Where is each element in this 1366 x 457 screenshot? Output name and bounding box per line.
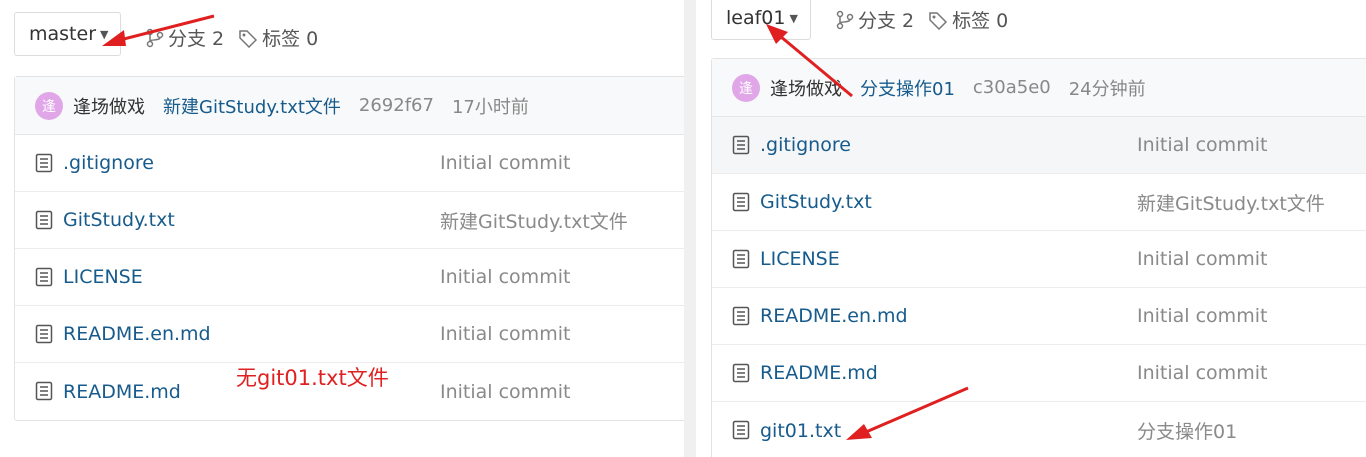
- file-icon: [732, 192, 750, 212]
- file-commit-message[interactable]: Initial commit: [1137, 362, 1267, 384]
- file-name-link[interactable]: README.en.md: [63, 323, 211, 345]
- file-commit-message[interactable]: 分支操作01: [1137, 417, 1237, 444]
- right-repo-panel: leaf01 ▼ 分支 2 标签 0 逢 逢场做戏 分支操作01 c30a5e0: [696, 0, 1366, 457]
- tags-link[interactable]: 标签 0: [238, 24, 318, 51]
- file-icon: [732, 363, 750, 383]
- commit-message[interactable]: 分支操作01: [860, 75, 955, 101]
- branches-count: 分支 2: [858, 10, 915, 32]
- file-name-link[interactable]: LICENSE: [760, 248, 840, 270]
- latest-commit-bar: 逢 逢场做戏 新建GitStudy.txt文件 2692f67 17小时前: [15, 77, 684, 135]
- file-name-link[interactable]: GitStudy.txt: [760, 191, 872, 213]
- caret-down-icon: ▼: [100, 27, 109, 41]
- branch-label: leaf01: [726, 7, 786, 29]
- file-name-link[interactable]: README.md: [63, 381, 181, 403]
- caret-down-icon: ▼: [789, 11, 798, 25]
- file-commit-message[interactable]: Initial commit: [440, 323, 570, 345]
- file-commit-message[interactable]: 新建GitStudy.txt文件: [440, 207, 628, 234]
- file-name-link[interactable]: git01.txt: [760, 420, 841, 442]
- file-row[interactable]: README.md Initial commit: [712, 345, 1366, 402]
- branch-selector-button[interactable]: leaf01 ▼: [711, 0, 811, 40]
- file-icon: [35, 153, 53, 173]
- file-name-link[interactable]: GitStudy.txt: [63, 209, 175, 231]
- file-commit-message[interactable]: Initial commit: [440, 381, 570, 403]
- file-row[interactable]: GitStudy.txt 新建GitStudy.txt文件: [712, 174, 1366, 231]
- file-icon: [35, 324, 53, 344]
- branch-selector-button[interactable]: master ▼: [14, 12, 122, 56]
- tags-link[interactable]: 标签 0: [928, 6, 1008, 33]
- file-commit-message[interactable]: Initial commit: [1137, 248, 1267, 270]
- panel-divider: [684, 0, 696, 457]
- file-row[interactable]: README.en.md Initial commit: [15, 306, 684, 363]
- file-name-link[interactable]: .gitignore: [760, 134, 851, 156]
- file-icon: [35, 267, 53, 287]
- branch-label: master: [29, 23, 97, 45]
- file-row[interactable]: LICENSE Initial commit: [15, 249, 684, 306]
- tag-icon: [239, 29, 258, 48]
- commit-message[interactable]: 新建GitStudy.txt文件: [163, 93, 341, 119]
- file-name-link[interactable]: README.md: [760, 362, 878, 384]
- avatar[interactable]: 逢: [732, 73, 760, 102]
- tags-count: 标签 0: [952, 10, 1009, 32]
- branches-link[interactable]: 分支 2: [146, 24, 224, 51]
- file-icon: [35, 381, 53, 401]
- file-icon: [732, 420, 750, 440]
- branches-count: 分支 2: [168, 28, 225, 50]
- latest-commit-bar: 逢 逢场做戏 分支操作01 c30a5e0 24分钟前: [712, 59, 1366, 117]
- commit-time: 24分钟前: [1068, 78, 1146, 100]
- repo-meta: 分支 2 标签 0: [836, 6, 1008, 33]
- tag-icon: [929, 11, 948, 30]
- file-row[interactable]: README.en.md Initial commit: [712, 288, 1366, 345]
- branches-link[interactable]: 分支 2: [836, 6, 914, 33]
- file-icon: [732, 135, 750, 155]
- commit-author[interactable]: 逢场做戏: [73, 93, 145, 119]
- repo-meta: 分支 2 标签 0: [146, 24, 318, 51]
- branch-icon: [836, 10, 854, 29]
- commit-sha[interactable]: 2692f67: [359, 95, 434, 116]
- left-repo-panel: master ▼ 分支 2 标签 0 逢 逢场做戏 新建GitStudy.txt…: [0, 0, 684, 457]
- file-icon: [732, 306, 750, 326]
- annotation-note: 无git01.txt文件: [236, 366, 389, 390]
- file-icon: [732, 249, 750, 269]
- file-commit-message[interactable]: Initial commit: [440, 152, 570, 174]
- file-list: 逢 逢场做戏 分支操作01 c30a5e0 24分钟前 .gitignore In…: [711, 58, 1366, 457]
- branch-icon: [146, 28, 164, 47]
- file-row[interactable]: LICENSE Initial commit: [712, 231, 1366, 288]
- tags-count: 标签 0: [262, 28, 319, 50]
- avatar[interactable]: 逢: [35, 91, 63, 120]
- file-commit-message[interactable]: Initial commit: [1137, 134, 1267, 156]
- file-name-link[interactable]: .gitignore: [63, 152, 154, 174]
- file-commit-message[interactable]: Initial commit: [1137, 305, 1267, 327]
- file-icon: [35, 210, 53, 230]
- file-commit-message[interactable]: Initial commit: [440, 266, 570, 288]
- file-row[interactable]: GitStudy.txt 新建GitStudy.txt文件: [15, 192, 684, 249]
- file-row[interactable]: .gitignore Initial commit: [712, 117, 1366, 174]
- file-row[interactable]: .gitignore Initial commit: [15, 135, 684, 192]
- commit-author[interactable]: 逢场做戏: [770, 75, 842, 101]
- file-commit-message[interactable]: 新建GitStudy.txt文件: [1137, 189, 1325, 216]
- commit-sha[interactable]: c30a5e0: [973, 77, 1051, 98]
- file-name-link[interactable]: README.en.md: [760, 305, 908, 327]
- file-name-link[interactable]: LICENSE: [63, 266, 143, 288]
- commit-time: 17小时前: [451, 96, 529, 118]
- file-row[interactable]: git01.txt 分支操作01: [712, 402, 1366, 457]
